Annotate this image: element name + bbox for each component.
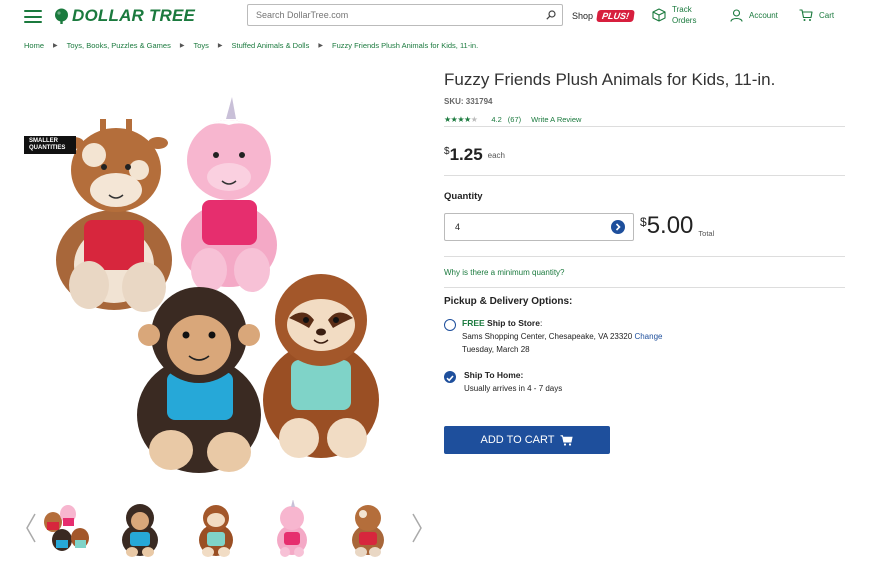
unit-price: $ 1.25 each bbox=[444, 145, 506, 164]
ship-to-store-radio[interactable] bbox=[444, 319, 456, 331]
box-icon bbox=[652, 8, 666, 22]
dollar-tree-logo[interactable]: DOLLAR TREE bbox=[54, 6, 195, 26]
shop-plus-link[interactable]: Shop PLUS! bbox=[572, 10, 635, 22]
chevron-right-icon: ▶ bbox=[53, 43, 58, 49]
add-to-cart-label: ADD TO CART bbox=[480, 434, 555, 446]
rating-row: ★★★★★ 4.2 (67) Write A Review bbox=[444, 115, 581, 124]
product-sku: SKU: 331794 bbox=[444, 97, 493, 106]
tree-icon bbox=[55, 8, 68, 24]
divider bbox=[444, 287, 845, 288]
breadcrumb-item-current[interactable]: Fuzzy Friends Plush Animals for Kids, 11… bbox=[332, 41, 478, 50]
total-price: $ 5.00 Total bbox=[640, 212, 715, 239]
user-icon bbox=[730, 9, 743, 22]
thumbnail-unicorn[interactable] bbox=[266, 500, 318, 558]
pickup-delivery-heading: Pickup & Delivery Options: bbox=[444, 296, 573, 307]
chevron-right-icon[interactable] bbox=[410, 512, 424, 544]
cart-icon bbox=[799, 9, 813, 21]
checkmark-icon bbox=[446, 375, 454, 382]
plus-badge: PLUS! bbox=[596, 10, 635, 22]
chevron-left-icon[interactable] bbox=[24, 512, 38, 544]
monkey-plush bbox=[137, 287, 261, 473]
quantity-label: Quantity bbox=[444, 191, 483, 202]
thumbnail-sloth[interactable] bbox=[190, 500, 242, 558]
divider bbox=[444, 175, 845, 176]
product-title: Fuzzy Friends Plush Animals for Kids, 11… bbox=[444, 70, 776, 89]
chevron-right-icon: ▶ bbox=[179, 43, 185, 49]
cart-icon bbox=[560, 434, 574, 446]
ship-to-store-label: Ship to Store bbox=[487, 318, 540, 328]
breadcrumb: Home ▶ Toys, Books, Puzzles & Games ▶ To… bbox=[24, 41, 478, 50]
search-input[interactable] bbox=[248, 9, 540, 21]
free-label: FREE bbox=[462, 318, 485, 328]
divider bbox=[444, 126, 845, 127]
shop-label: Shop bbox=[572, 11, 594, 21]
chevron-right-icon: ▶ bbox=[217, 43, 223, 49]
breadcrumb-item-toys-books[interactable]: Toys, Books, Puzzles & Games bbox=[67, 41, 171, 50]
ship-to-home-label: Ship To Home: bbox=[464, 370, 524, 380]
thumbnail-giraffe[interactable] bbox=[342, 500, 394, 558]
cart-link[interactable]: Cart bbox=[799, 9, 834, 22]
breadcrumb-item-stuffed-animals[interactable]: Stuffed Animals & Dolls bbox=[232, 41, 310, 50]
track-orders-label: Track Orders bbox=[672, 5, 697, 25]
rating-value: 4.2 bbox=[491, 115, 502, 124]
store-address: Sams Shopping Center, Chesapeake, VA 233… bbox=[462, 332, 633, 341]
account-label: Account bbox=[749, 11, 778, 20]
search-bar[interactable] bbox=[247, 4, 563, 26]
product-main-image[interactable] bbox=[24, 90, 404, 490]
write-review-link[interactable]: Write A Review bbox=[531, 115, 581, 124]
breadcrumb-item-toys[interactable]: Toys bbox=[193, 41, 208, 50]
quantity-field[interactable] bbox=[444, 213, 634, 241]
divider bbox=[444, 256, 845, 257]
sloth-plush bbox=[263, 274, 379, 458]
cart-label: Cart bbox=[819, 11, 835, 20]
review-count[interactable]: (67) bbox=[508, 115, 521, 124]
chevron-right-icon: ▶ bbox=[318, 43, 323, 49]
quantity-input[interactable] bbox=[453, 221, 611, 233]
ship-to-home-option[interactable]: Ship To Home: Usually arrives in 4 - 7 d… bbox=[464, 369, 562, 395]
minimum-quantity-link[interactable]: Why is there a minimum quantity? bbox=[444, 268, 565, 277]
breadcrumb-item-home[interactable]: Home bbox=[24, 41, 44, 50]
account-link[interactable]: Account bbox=[730, 9, 778, 22]
thumbnail-monkey[interactable] bbox=[114, 500, 166, 558]
thumbnail-group[interactable] bbox=[40, 500, 92, 558]
track-orders-link[interactable]: Track Orders bbox=[652, 4, 696, 26]
add-to-cart-button[interactable]: ADD TO CART bbox=[444, 426, 610, 454]
ship-to-store-option[interactable]: FREE Ship to Store: Sams Shopping Center… bbox=[462, 317, 662, 356]
star-rating-icon[interactable]: ★★★★★ bbox=[444, 115, 478, 124]
ship-to-home-radio[interactable] bbox=[444, 371, 456, 383]
change-store-link[interactable]: Change bbox=[634, 332, 662, 341]
store-date: Tuesday, March 28 bbox=[462, 345, 530, 354]
logo-text: DOLLAR TREE bbox=[72, 6, 196, 25]
menu-icon[interactable] bbox=[24, 10, 42, 23]
arrow-right-circle-icon[interactable] bbox=[611, 220, 625, 234]
smaller-quantities-badge: SMALLER QUANTITIES bbox=[24, 136, 76, 154]
ship-to-home-detail: Usually arrives in 4 - 7 days bbox=[464, 384, 563, 393]
search-icon[interactable] bbox=[540, 5, 562, 25]
unicorn-plush bbox=[181, 97, 277, 292]
